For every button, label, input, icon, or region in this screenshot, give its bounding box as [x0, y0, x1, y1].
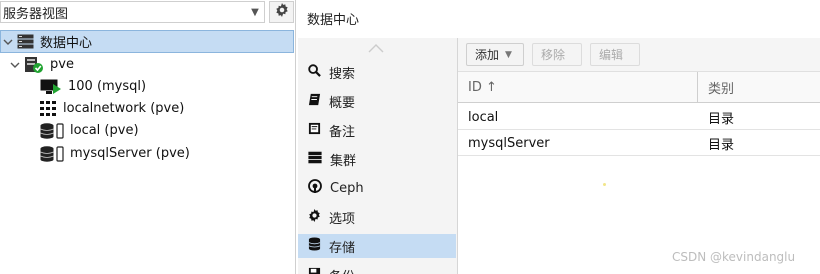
nav-item-search[interactable]: 搜索	[298, 60, 456, 84]
edit-button[interactable]: 编辑	[590, 43, 640, 66]
tree-item-label: pve	[50, 57, 74, 72]
column-header-id[interactable]: ID ↑	[458, 72, 698, 103]
scroll-up-icon[interactable]	[368, 42, 384, 57]
nav-item-notes[interactable]: 备注	[298, 118, 456, 142]
server-rack-icon	[308, 151, 322, 168]
tree-item-label: local (pve)	[70, 123, 139, 138]
table-row[interactable]: local 目录	[458, 104, 820, 130]
cell-type: 目录	[708, 137, 735, 153]
cell-id: mysqlServer	[468, 135, 550, 151]
storage-icon	[40, 145, 64, 162]
nav-item-label: 备注	[329, 124, 356, 140]
nav-item-ceph[interactable]: Ceph	[298, 176, 456, 200]
datacenter-nav: 搜索 概要 备注 集群 Ceph 选项 存储 备份	[298, 38, 458, 274]
tree-item-vm[interactable]: 100 (mysql)	[40, 75, 146, 98]
chevron-down-icon: ▼	[505, 49, 512, 60]
column-header-label: 类别	[708, 82, 735, 97]
watermark: CSDN @kevindanglu	[672, 250, 796, 264]
tree-item-node-pve[interactable]: pve	[10, 53, 74, 76]
tree-item-label: mysqlServer (pve)	[70, 146, 190, 161]
artifact-dot	[603, 183, 606, 186]
tree-item-storage-local[interactable]: local (pve)	[40, 119, 139, 142]
nav-item-summary[interactable]: 概要	[298, 89, 456, 113]
page-title: 数据中心	[297, 0, 820, 36]
gear-icon	[308, 208, 321, 226]
nav-item-storage[interactable]: 存储	[298, 234, 456, 258]
nav-item-label: 概要	[329, 95, 356, 111]
collapse-icon[interactable]	[3, 37, 13, 47]
book-icon	[308, 93, 321, 110]
storage-icon	[40, 122, 64, 139]
tree-item-label: localnetwork (pve)	[63, 101, 185, 116]
tree-item-label: 数据中心	[40, 36, 93, 51]
cell-id: local	[468, 109, 499, 125]
note-icon	[308, 122, 321, 139]
grid-header: ID ↑ 类别	[458, 72, 820, 103]
node-online-icon	[24, 56, 44, 74]
chevron-down-icon[interactable]: ▼	[246, 7, 264, 18]
network-grid-icon	[40, 101, 57, 116]
edit-button-label: 编辑	[599, 48, 624, 62]
nav-item-label: 集群	[330, 153, 357, 169]
nav-item-label: 备份	[329, 266, 355, 274]
view-select-value: 服务器视图	[3, 6, 69, 22]
tree-item-sdn[interactable]: localnetwork (pve)	[40, 97, 184, 120]
column-header-type[interactable]: 类别	[698, 72, 820, 103]
nav-item-label: 选项	[329, 211, 356, 227]
nav-item-backup[interactable]: 备份	[298, 263, 456, 274]
gear-icon	[275, 3, 289, 21]
cell-type: 目录	[708, 111, 735, 127]
nav-item-label: 存储	[329, 240, 356, 256]
server-rack-icon	[17, 34, 34, 49]
nav-item-cluster[interactable]: 集群	[298, 147, 456, 171]
resource-tree-panel: 服务器视图 ▼ 数据中心 pve 100 (mysql) localnetwor…	[0, 0, 296, 274]
ceph-icon	[308, 179, 322, 197]
vm-running-icon	[40, 79, 62, 95]
view-select[interactable]: 服务器视图 ▼	[0, 1, 265, 23]
database-icon	[308, 237, 321, 255]
tree-settings-button[interactable]	[269, 1, 294, 23]
remove-button[interactable]: 移除	[532, 43, 582, 66]
page-title-text: 数据中心	[307, 12, 360, 28]
nav-item-options[interactable]: 选项	[298, 205, 456, 229]
add-button[interactable]: 添加 ▼	[466, 43, 524, 66]
table-row[interactable]: mysqlServer 目录	[458, 130, 820, 156]
collapse-icon[interactable]	[10, 60, 20, 70]
tree-item-datacenter[interactable]: 数据中心	[0, 30, 294, 53]
nav-item-label: 搜索	[329, 66, 356, 82]
search-icon	[308, 63, 321, 81]
storage-toolbar: 添加 ▼ 移除 编辑	[458, 38, 820, 72]
remove-button-label: 移除	[541, 48, 566, 62]
column-header-label: ID ↑	[468, 80, 497, 95]
backup-icon	[308, 267, 321, 274]
tree-item-label: 100 (mysql)	[68, 79, 147, 94]
storage-grid: ID ↑ 类别 local 目录 mysqlServer 目录	[458, 72, 820, 274]
tree-item-storage-mysqlserver[interactable]: mysqlServer (pve)	[40, 142, 190, 165]
nav-item-label: Ceph	[330, 180, 364, 196]
add-button-label: 添加	[475, 48, 500, 62]
